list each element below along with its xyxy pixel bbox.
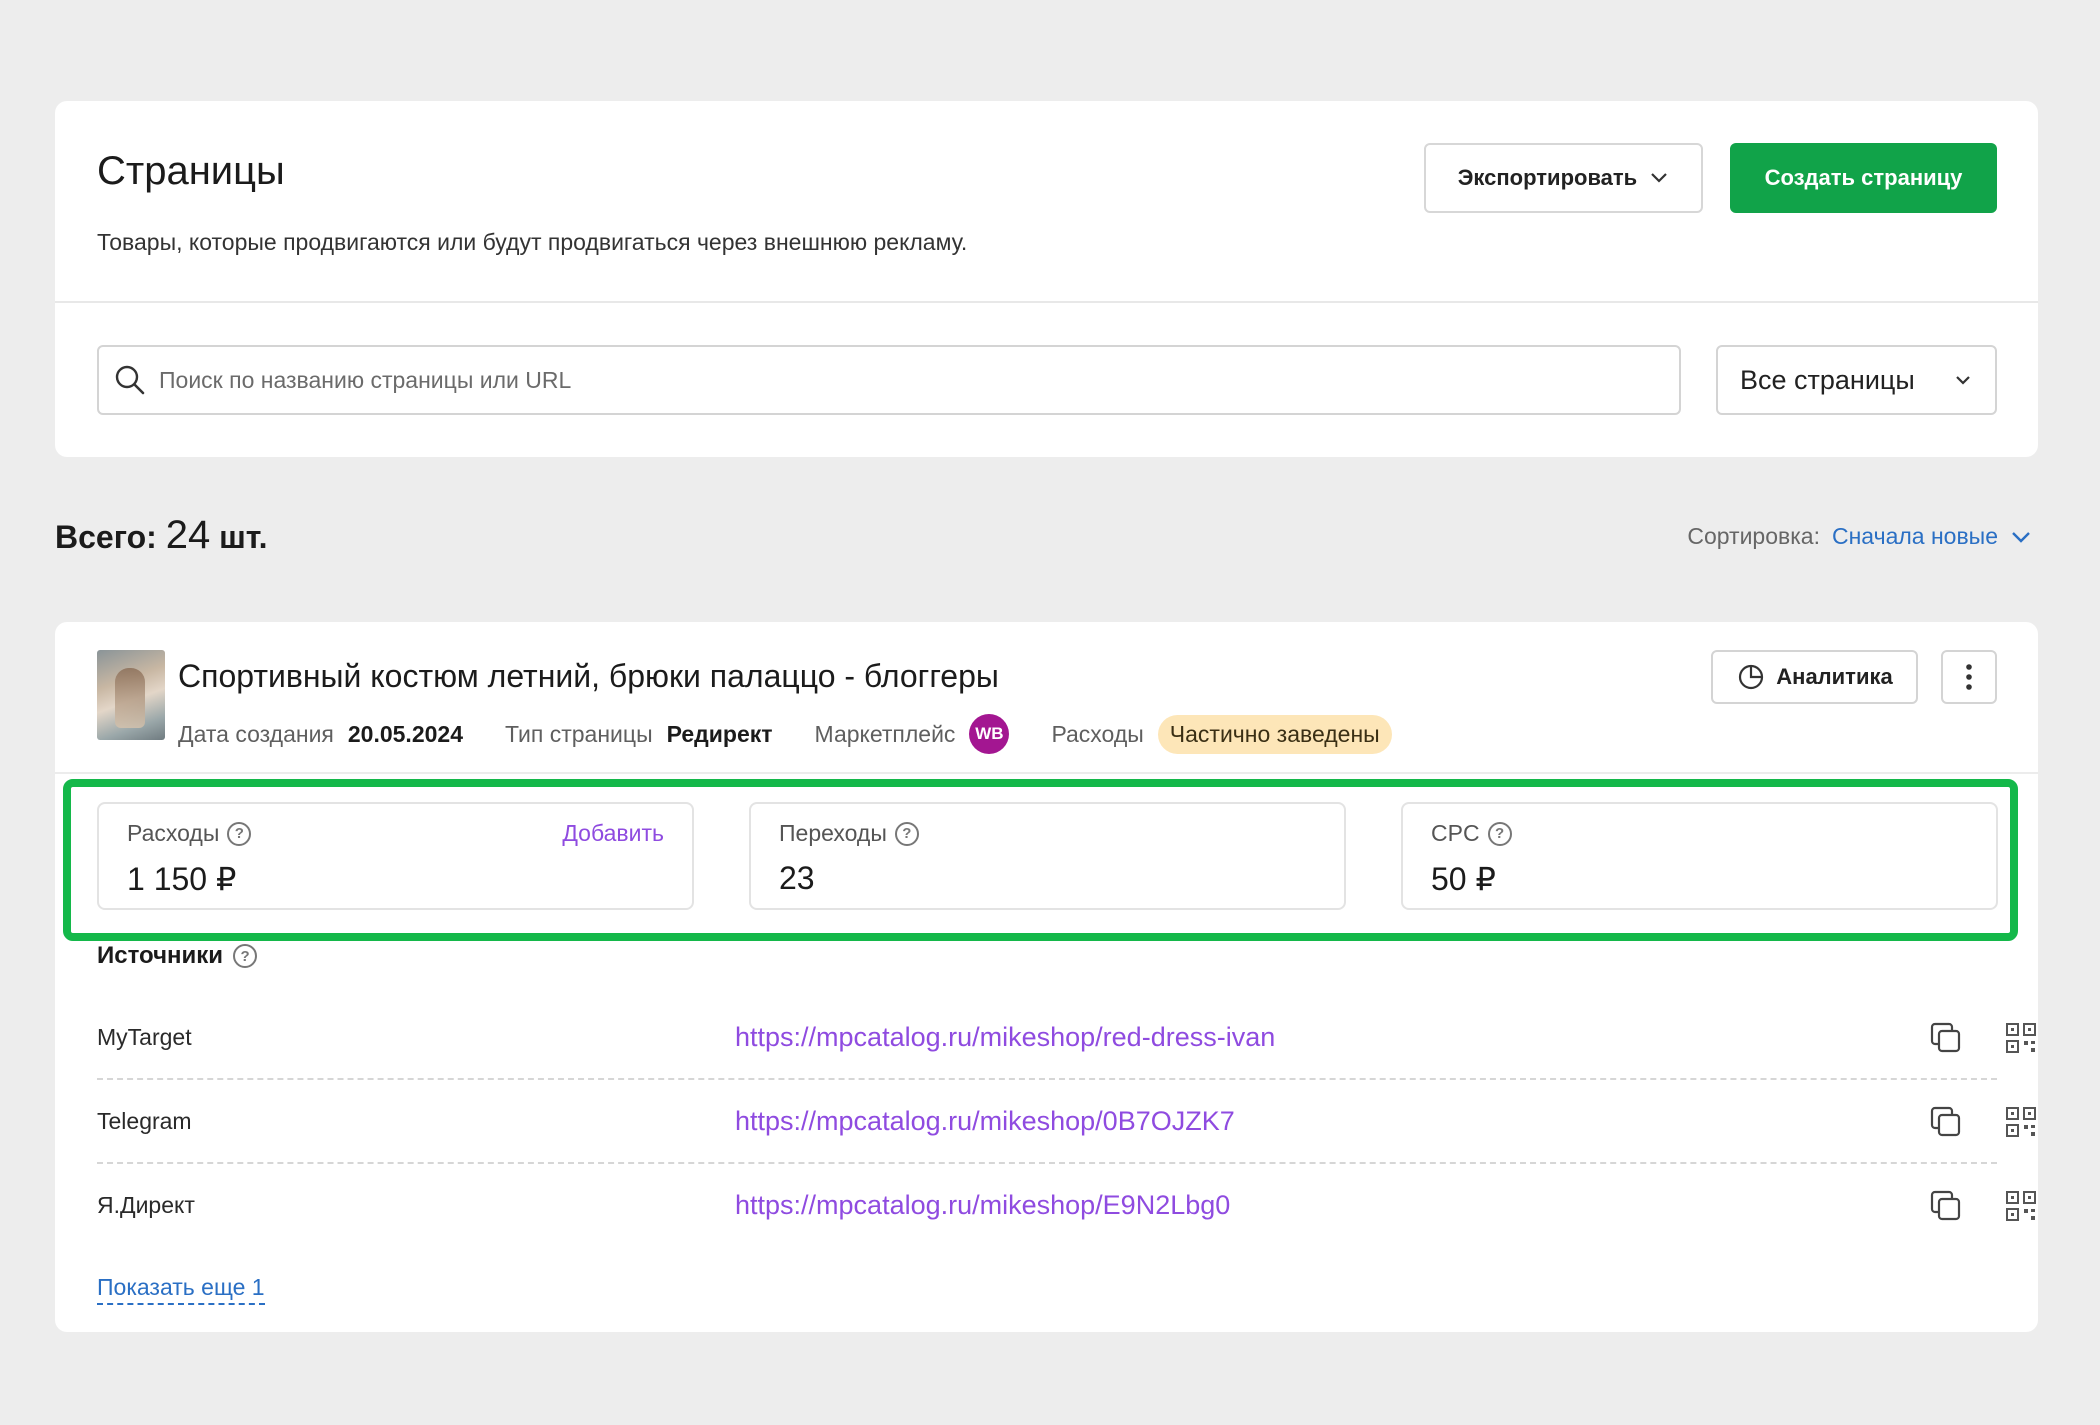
product-thumbnail[interactable] (97, 650, 165, 740)
pages-header-card: Страницы Товары, которые продвигаются ил… (55, 101, 2038, 457)
sources-title: Источники ? (97, 942, 258, 970)
total-number: 24 (165, 513, 211, 557)
item-divider (55, 772, 2038, 774)
chevron-down-icon (1651, 173, 1667, 183)
sort-value[interactable]: Сначала новые (1832, 523, 1998, 550)
expenses-status-badge: Частично заведены (1157, 714, 1392, 754)
qr-code-icon[interactable] (2003, 1020, 2039, 1056)
copy-icon[interactable] (1928, 1188, 1964, 1224)
pages-filter-value: Все страницы (1740, 364, 1915, 395)
source-url-link[interactable]: https://mpcatalog.ru/mikeshop/red-dress-… (735, 1022, 1275, 1053)
sort-control[interactable]: Сортировка: Сначала новые (1687, 523, 2032, 550)
expenses-label: Расходы (1051, 720, 1144, 747)
item-title[interactable]: Спортивный костюм летний, брюки палаццо … (178, 658, 999, 695)
page-title: Страницы (97, 149, 285, 193)
show-more-sources-link[interactable]: Показать еще 1 (97, 1274, 265, 1305)
wb-marketplace-badge: WB (969, 714, 1010, 754)
analytics-button-label: Аналитика (1776, 664, 1893, 689)
page-subtitle: Товары, которые продвигаются или будут п… (97, 229, 968, 255)
sort-label: Сортировка: (1687, 523, 1820, 549)
item-meta: Дата создания 20.05.2024 Тип страницы Ре… (178, 714, 1392, 754)
qr-code-icon[interactable] (2003, 1104, 2039, 1140)
search-icon (115, 365, 145, 395)
source-name: Я.Директ (97, 1192, 195, 1218)
chevron-down-icon[interactable] (2010, 530, 2032, 544)
source-name: MyTarget (97, 1024, 192, 1050)
total-unit: шт. (219, 519, 268, 555)
created-label: Дата создания (178, 720, 334, 747)
help-icon[interactable]: ? (233, 944, 258, 968)
sources-title-text: Источники (97, 942, 224, 969)
create-page-button-label: Создать страницу (1764, 165, 1963, 190)
analytics-button[interactable]: Аналитика (1711, 650, 1918, 704)
thumbnail-figure (115, 668, 145, 728)
more-actions-button[interactable] (1941, 650, 1997, 704)
source-row: Я.Директ https://mpcatalog.ru/mikeshop/E… (97, 1164, 2036, 1248)
pages-filter-select[interactable]: Все страницы (1716, 345, 1997, 415)
header-divider (55, 301, 2038, 303)
page-type-value: Редирект (666, 720, 773, 747)
export-button[interactable]: Экспортировать (1424, 143, 1703, 213)
source-url-link[interactable]: https://mpcatalog.ru/mikeshop/E9N2Lbg0 (735, 1190, 1230, 1221)
source-row: MyTarget https://mpcatalog.ru/mikeshop/r… (97, 996, 2036, 1080)
pie-chart-icon (1739, 664, 1764, 690)
copy-icon[interactable] (1928, 1020, 1964, 1056)
page-item-card: Спортивный костюм летний, брюки палаццо … (55, 622, 2038, 1332)
stats-highlight-frame (63, 779, 2018, 941)
source-url-link[interactable]: https://mpcatalog.ru/mikeshop/0B7OJZK7 (735, 1106, 1235, 1137)
export-button-label: Экспортировать (1457, 165, 1638, 190)
copy-icon[interactable] (1928, 1104, 1964, 1140)
more-vertical-icon (1966, 664, 1972, 690)
chevron-down-icon (1956, 376, 1970, 385)
page-type-label: Тип страницы (505, 720, 653, 747)
marketplace-label: Маркетплейс (814, 720, 956, 747)
search-input[interactable] (159, 366, 1679, 394)
search-box[interactable] (97, 345, 1681, 415)
total-prefix: Всего: (55, 519, 157, 555)
source-name: Telegram (97, 1108, 192, 1134)
created-value: 20.05.2024 (347, 720, 463, 747)
total-count: Всего: 24 шт. (55, 513, 268, 558)
qr-code-icon[interactable] (2003, 1188, 2039, 1224)
source-row: Telegram https://mpcatalog.ru/mikeshop/0… (97, 1080, 2036, 1164)
create-page-button[interactable]: Создать страницу (1730, 143, 1997, 213)
